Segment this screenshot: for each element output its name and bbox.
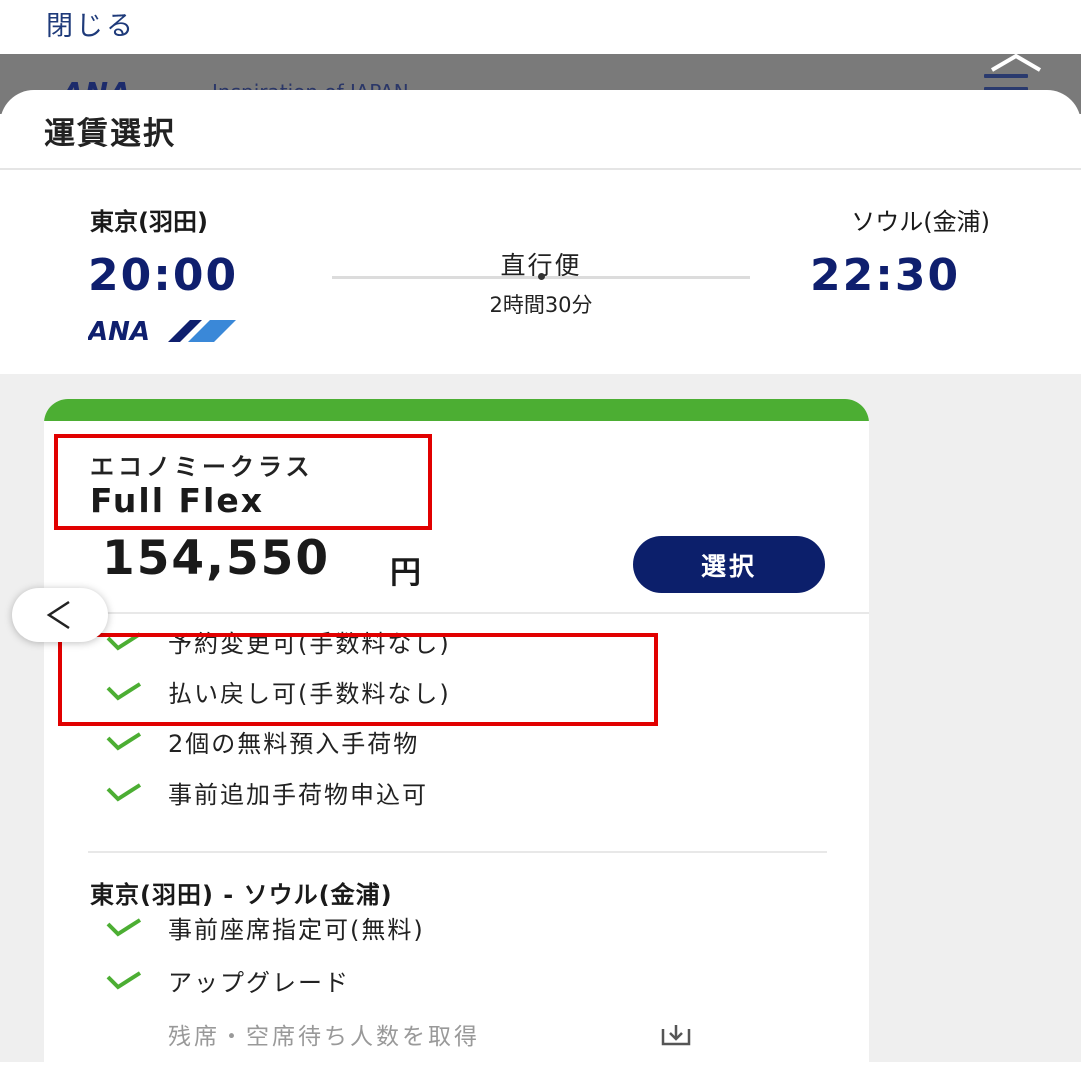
check-icon	[106, 783, 142, 802]
segment-title: 東京(羽田) - ソウル(金浦)	[90, 881, 393, 909]
route-dot	[538, 273, 545, 280]
feature-item: 事前追加手荷物申込可	[106, 772, 428, 812]
feature-text: 事前追加手荷物申込可	[168, 780, 428, 809]
highlight-box-features	[58, 633, 658, 726]
chevron-left-icon	[46, 600, 70, 630]
bottom-strip	[0, 1062, 1081, 1081]
download-icon[interactable]	[660, 1023, 692, 1047]
fare-selection-sheet: 運賃選択 東京(羽田) ソウル(金浦) 20:00 直行便 2時間30分 22:…	[0, 90, 1081, 1081]
fare-card: エコノミークラス Full Flex 154,550 円 選択 予約変更可(手数…	[44, 399, 869, 1081]
check-icon	[106, 732, 142, 751]
fare-list-area: エコノミークラス Full Flex 154,550 円 選択 予約変更可(手数…	[0, 374, 1081, 1081]
flight-duration: 2時間30分	[489, 293, 593, 317]
back-button[interactable]	[12, 588, 108, 642]
segment-feature-item: 事前座席指定可(無料)	[106, 907, 425, 947]
feature-text: 2個の無料預入手荷物	[168, 729, 420, 758]
feature-item: 2個の無料預入手荷物	[106, 721, 419, 761]
close-link[interactable]: 閉じる	[46, 4, 136, 43]
fare-card-band	[44, 399, 869, 421]
fare-price: 154,550	[102, 531, 331, 586]
top-bar: 閉じる	[0, 0, 1081, 54]
check-icon	[106, 918, 142, 937]
ana-logo: ANA	[88, 318, 236, 344]
segment-feature-item: アップグレード	[106, 960, 350, 1000]
feature-text: 事前座席指定可(無料)	[168, 915, 425, 944]
origin-city: 東京(羽田)	[90, 208, 208, 236]
divider	[44, 612, 869, 614]
arrival-time: 22:30	[810, 250, 961, 301]
departure-time: 20:00	[88, 250, 239, 301]
divider	[88, 851, 827, 853]
chevron-up-icon[interactable]	[988, 54, 1044, 74]
check-icon	[106, 971, 142, 990]
destination-city: ソウル(金浦)	[851, 208, 990, 236]
flight-summary: 東京(羽田) ソウル(金浦) 20:00 直行便 2時間30分 22:30 AN…	[0, 170, 1081, 374]
seat-availability-link[interactable]: 残席・空席待ち人数を取得	[168, 1017, 480, 1051]
sheet-title: 運賃選択	[44, 116, 176, 152]
currency-unit: 円	[390, 555, 421, 591]
select-fare-button[interactable]: 選択	[633, 536, 825, 593]
highlight-box-fare	[54, 434, 432, 530]
ana-logo-text: ANA	[88, 318, 150, 344]
feature-text: アップグレード	[168, 968, 350, 997]
